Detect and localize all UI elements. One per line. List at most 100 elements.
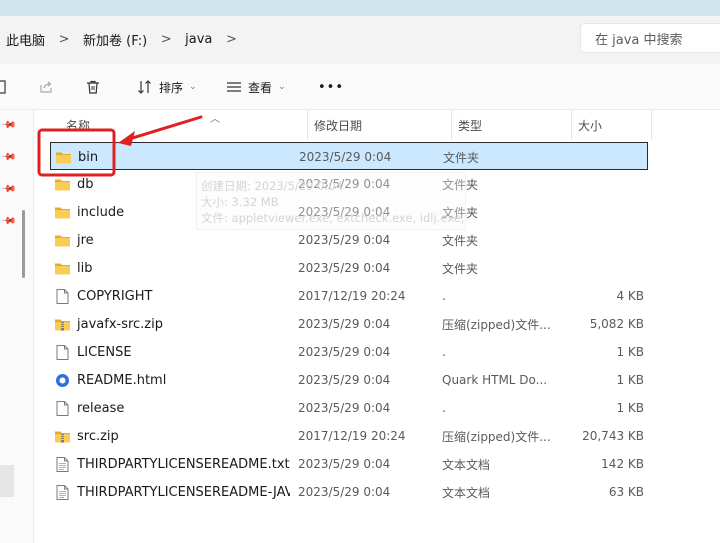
file-name-cell: README.html [50, 366, 290, 394]
column-header-type[interactable]: 类型 [452, 110, 572, 140]
table-row[interactable]: LICENSE 2023/5/29 0:04. 1 KB [50, 338, 648, 366]
folder-icon [54, 176, 71, 193]
share-icon[interactable] [38, 64, 54, 110]
view-icon [227, 82, 241, 92]
file-size [557, 143, 645, 171]
search-input[interactable]: 在 java 中搜索 [580, 23, 720, 53]
table-row[interactable]: COPYRIGHT 2017/12/19 20:24. 4 KB [50, 282, 648, 310]
file-name: src.zip [77, 428, 119, 444]
folder-icon [54, 260, 71, 277]
chevron-right-icon[interactable]: > [51, 32, 77, 47]
text-file-icon [54, 456, 71, 473]
table-row[interactable]: javafx-src.zip 2023/5/29 0:04 压缩(zipped)文件… [50, 310, 648, 338]
modified-date: 2023/5/29 0:04 [298, 317, 391, 331]
table-row[interactable]: bin 2023/5/29 0:04 文件夹 [50, 142, 648, 170]
column-header-size[interactable]: 大小 [572, 110, 652, 140]
navigation-pane[interactable]: 📌 📌 📌 📌 [0, 110, 34, 543]
file-type: 文件夹 [442, 205, 479, 220]
file-type: 文件夹 [442, 233, 479, 248]
table-row[interactable]: THIRDPARTYLICENSEREADME-JAVAF... 2023/5/2… [50, 478, 648, 506]
file-icon [54, 288, 71, 305]
breadcrumb-item-java[interactable]: java [179, 32, 218, 47]
nav-selected-item[interactable] [0, 465, 14, 497]
modified-date: 2023/5/29 0:04 [298, 457, 391, 471]
file-name: README.html [77, 372, 167, 388]
file-name-cell: jre [50, 226, 290, 254]
file-name-cell: bin [51, 143, 291, 171]
file-icon [54, 344, 71, 361]
column-header-date[interactable]: 修改日期 [308, 110, 452, 140]
file-name-cell: THIRDPARTYLICENSEREADME.txt [50, 450, 290, 478]
file-size [556, 226, 644, 254]
file-name: bin [78, 149, 99, 165]
file-name: jre [77, 232, 94, 248]
more-options-button[interactable]: ••• [318, 64, 344, 110]
column-header: 名称 ︿ 修改日期 类型 大小 [34, 110, 720, 140]
file-type: . [442, 289, 446, 303]
chevron-down-icon: ⌄ [278, 82, 286, 92]
column-header-name[interactable]: 名称 [60, 110, 308, 140]
file-size: 4 KB [616, 289, 644, 303]
file-type: 压缩(zipped)文件... [442, 317, 551, 332]
file-type: 文件夹 [442, 261, 479, 276]
chevron-right-icon[interactable]: > [218, 32, 244, 47]
address-bar[interactable]: 此电脑 > 新加卷 (F:) > java > 在 java 中搜索 [0, 16, 720, 64]
pin-icon[interactable]: 📌 [0, 117, 17, 134]
breadcrumb: 此电脑 > 新加卷 (F:) > java > [0, 16, 244, 62]
pin-icon[interactable]: 📌 [0, 213, 17, 230]
file-size [556, 198, 644, 226]
modified-date: 2023/5/29 0:04 [299, 150, 392, 164]
file-type: 压缩(zipped)文件... [442, 429, 551, 444]
file-size [556, 170, 644, 198]
table-row[interactable]: db 2023/5/29 0:04 文件夹 [50, 170, 648, 198]
file-size [556, 254, 644, 282]
file-size: 142 KB [601, 457, 644, 471]
pin-icon[interactable]: 📌 [0, 181, 17, 198]
modified-date: 2023/5/29 0:04 [298, 233, 391, 247]
table-row[interactable]: THIRDPARTYLICENSEREADME.txt 2023/5/29 0:0… [50, 450, 648, 478]
file-type: 文本文档 [442, 485, 491, 500]
file-name: THIRDPARTYLICENSEREADME-JAVAF... [77, 484, 290, 500]
sort-button[interactable]: 排序 ⌄ [137, 64, 197, 110]
breadcrumb-item-this-pc[interactable]: 此电脑 [0, 30, 51, 49]
breadcrumb-item-drive[interactable]: 新加卷 (F:) [77, 30, 153, 49]
nav-scrollbar[interactable] [22, 210, 25, 278]
file-type: . [442, 401, 446, 415]
folder-icon [55, 149, 72, 166]
delete-icon[interactable] [85, 64, 101, 110]
file-name: lib [77, 260, 93, 276]
file-name: THIRDPARTYLICENSEREADME.txt [77, 456, 290, 472]
table-row[interactable]: lib 2023/5/29 0:04 文件夹 [50, 254, 648, 282]
html-file-icon [54, 372, 71, 389]
chevron-right-icon[interactable]: > [153, 32, 179, 47]
view-button[interactable]: 查看 ⌄ [226, 64, 286, 110]
folder-icon [54, 204, 71, 221]
folder-icon [54, 232, 71, 249]
modified-date: 2023/5/29 0:04 [298, 373, 391, 387]
pin-icon[interactable]: 📌 [0, 149, 17, 166]
table-row[interactable]: src.zip 2017/12/19 20:24 压缩(zipped)文件... 20… [50, 422, 648, 450]
zip-folder-icon [54, 428, 71, 445]
file-name: javafx-src.zip [77, 316, 163, 332]
modified-date: 2023/5/29 0:04 [298, 401, 391, 415]
sort-label: 排序 [159, 80, 184, 95]
file-name-cell: src.zip [50, 422, 290, 450]
view-label: 查看 [248, 80, 273, 95]
file-name: release [77, 400, 125, 416]
file-type: 文件夹 [442, 177, 479, 192]
new-item-icon[interactable] [0, 64, 6, 110]
file-name: LICENSE [77, 344, 132, 360]
command-bar: 排序 ⌄ 查看 ⌄ ••• [0, 64, 720, 110]
file-size: 20,743 KB [582, 429, 644, 443]
title-strip [0, 0, 720, 16]
table-row[interactable]: jre 2023/5/29 0:04 文件夹 [50, 226, 648, 254]
file-type: 文件夹 [443, 150, 480, 165]
file-name-cell: release [50, 394, 290, 422]
table-row[interactable]: release 2023/5/29 0:04. 1 KB [50, 394, 648, 422]
file-name: db [77, 176, 94, 192]
table-row[interactable]: README.html 2023/5/29 0:04 Quark HTML Do..… [50, 366, 648, 394]
file-size: 5,082 KB [589, 317, 644, 331]
table-row[interactable]: include 2023/5/29 0:04 文件夹 [50, 198, 648, 226]
file-name-cell: db [50, 170, 290, 198]
file-type: . [442, 345, 446, 359]
